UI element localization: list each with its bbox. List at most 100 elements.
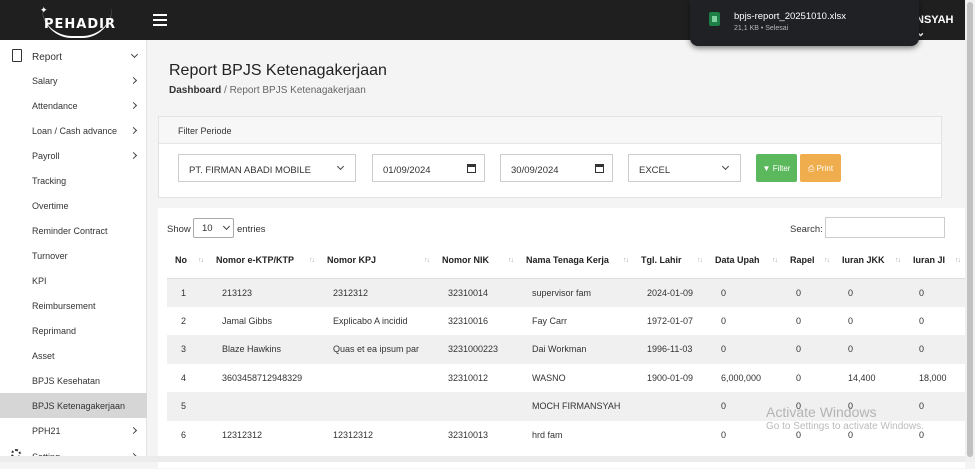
table-cell: 6 <box>181 429 187 440</box>
entries-label: entries <box>237 224 266 235</box>
page-size-select[interactable]: 10 <box>193 218 234 238</box>
chevron-right-icon <box>129 101 138 110</box>
sidebar-item[interactable]: BPJS Ketenagakerjaan <box>0 393 147 418</box>
pehadir-logo[interactable]: ✦ PEHADIR <box>38 6 118 38</box>
date-to-value: 30/09/2024 <box>511 165 559 176</box>
chevron-right-icon <box>129 76 138 85</box>
column-header-label: Nomor KPJ <box>327 254 377 265</box>
download-filename[interactable]: bpjs-report_20251010.xlsx <box>734 11 846 22</box>
table-cell: 0 <box>782 335 834 364</box>
column-header[interactable]: Nama Tenaga Kerja ↑↓ <box>518 242 633 279</box>
table-cell: 2 <box>181 315 187 326</box>
sort-icon[interactable]: ↑↓ <box>895 257 901 264</box>
sidebar-item-label: Loan / Cash advance <box>32 126 118 136</box>
chevron-right-icon <box>129 126 138 135</box>
sidebar-item[interactable]: Reprimand <box>0 318 147 343</box>
sidebar-item-label: Reimbursement <box>32 301 96 311</box>
sidebar-item[interactable]: PPH21 <box>0 418 147 443</box>
table-row: 4 3603458712948329 32310012 WASNO 1900-01-09… <box>167 364 965 393</box>
company-value: PT. FIRMAN ABADI MOBILE <box>189 165 311 176</box>
vertical-scrollbar-thumb[interactable] <box>967 2 973 457</box>
table-cell: 32310016 <box>448 315 489 326</box>
table-cell: 14,400 <box>848 372 876 383</box>
column-header[interactable]: Nomor KPJ ↑↓ <box>319 242 434 279</box>
breadcrumb-current: Report BPJS Ketenagakerjaan <box>229 85 366 96</box>
sidebar-item[interactable]: Salary <box>0 68 147 93</box>
table-cell: 0 <box>919 315 925 326</box>
table-cell: 0 <box>796 372 802 383</box>
sidebar-item-label: Attendance <box>32 101 78 111</box>
sidebar-item[interactable]: Turnover <box>0 243 147 268</box>
column-header[interactable]: Rapel ↑↓ <box>782 242 834 279</box>
date-from-input[interactable]: 01/09/2024 <box>372 154 485 182</box>
calendar-icon[interactable] <box>467 164 476 173</box>
sort-icon[interactable]: ↑↓ <box>508 257 514 264</box>
date-to-input[interactable]: 30/09/2024 <box>500 154 613 182</box>
company-select[interactable]: PT. FIRMAN ABADI MOBILE <box>178 154 356 182</box>
sort-icon[interactable]: ↑↓ <box>198 257 204 264</box>
sidebar-item[interactable]: Attendance <box>0 93 147 118</box>
filter-icon: ▼ <box>762 164 771 173</box>
sidebar-item[interactable]: BPJS Kesehatan <box>0 368 147 393</box>
table-cell: 1 <box>167 278 208 307</box>
column-header[interactable]: Nomor e-KTP/KTP ↑↓ <box>208 242 319 279</box>
calendar-icon[interactable] <box>595 164 604 173</box>
document-icon <box>12 49 22 62</box>
sort-icon[interactable]: ↑↓ <box>309 257 315 264</box>
activate-windows-subtitle: Go to Settings to activate Windows. <box>766 421 924 432</box>
breadcrumb-home[interactable]: Dashboard <box>169 85 221 96</box>
column-header[interactable]: Tgl. Lahir ↑↓ <box>633 242 707 279</box>
chevron-right-icon <box>129 426 138 435</box>
sort-icon[interactable]: ↑↓ <box>824 257 830 264</box>
filter-heading: Filter Periode <box>159 117 941 144</box>
column-header[interactable]: No ↑↓ <box>167 242 208 279</box>
format-select[interactable]: EXCEL <box>628 154 741 182</box>
table-cell: 32310013 <box>448 429 489 440</box>
table-cell: 12312312 <box>333 429 374 440</box>
table-cell: 32310012 <box>448 372 489 383</box>
sidebar-item-label: Salary <box>32 76 58 86</box>
table-cell: 32310014 <box>434 278 518 307</box>
sidebar-item-label: Asset <box>32 351 55 361</box>
printer-icon: ⎙ <box>807 164 815 173</box>
sidebar-item[interactable]: KPI <box>0 268 147 293</box>
table-cell: 0 <box>707 278 782 307</box>
column-header[interactable]: Data Upah ↑↓ <box>707 242 782 279</box>
column-header[interactable]: Iuran JI ↑↓ <box>905 242 965 279</box>
page-title: Report BPJS Ketenagakerjaan <box>169 62 387 79</box>
table-cell: 0 <box>834 335 905 364</box>
column-header[interactable]: Iuran JKK ↑↓ <box>834 242 905 279</box>
sidebar-item[interactable]: Payroll <box>0 143 147 168</box>
sidebar-item[interactable]: Reimbursement <box>0 293 147 318</box>
sidebar-item[interactable]: Overtime <box>0 193 147 218</box>
sort-icon[interactable]: ↑↓ <box>623 257 629 264</box>
print-button[interactable]: ⎙ Print <box>800 154 841 182</box>
chevron-down-icon <box>336 162 345 171</box>
column-header-label: Nama Tenaga Kerja <box>526 254 609 265</box>
sidebar-item[interactable]: Tracking <box>0 168 147 193</box>
table-cell: 1996-11-03 <box>633 335 707 364</box>
sidebar-item[interactable]: Reminder Contract <box>0 218 147 243</box>
table-row: 1 213123 2312312 32310014 supervisor fam 2024… <box>167 278 965 307</box>
filter-button[interactable]: ▼ Filter <box>756 154 797 182</box>
sort-icon[interactable]: ↑↓ <box>424 257 430 264</box>
sidebar-section-report[interactable]: Report <box>0 48 147 68</box>
table-cell <box>633 421 707 450</box>
table-cell: 0 <box>848 315 854 326</box>
sidebar-item[interactable]: Asset <box>0 343 147 368</box>
column-header[interactable]: Nomor NIK ↑↓ <box>434 242 518 279</box>
sort-icon[interactable]: ↑↓ <box>772 257 778 264</box>
sidebar-item[interactable]: Loan / Cash advance <box>0 118 147 143</box>
horizontal-scrollbar[interactable] <box>0 456 965 462</box>
user-menu[interactable]: NSYAH ⌄ <box>916 14 965 39</box>
column-header-label: Nomor e-KTP/KTP <box>216 254 295 265</box>
sort-icon[interactable]: ↑↓ <box>955 257 961 264</box>
excel-file-icon <box>709 12 720 26</box>
table-cell: 0 <box>707 335 782 364</box>
download-bubble[interactable]: bpjs-report_20251010.xlsx 21,1 KB • Sele… <box>690 0 919 46</box>
column-header-label: Tgl. Lahir <box>641 254 682 265</box>
search-input[interactable] <box>825 217 945 238</box>
menu-toggle-icon[interactable] <box>153 14 167 26</box>
sort-icon[interactable]: ↑↓ <box>697 257 703 264</box>
sidebar-item-label: Overtime <box>32 201 69 211</box>
